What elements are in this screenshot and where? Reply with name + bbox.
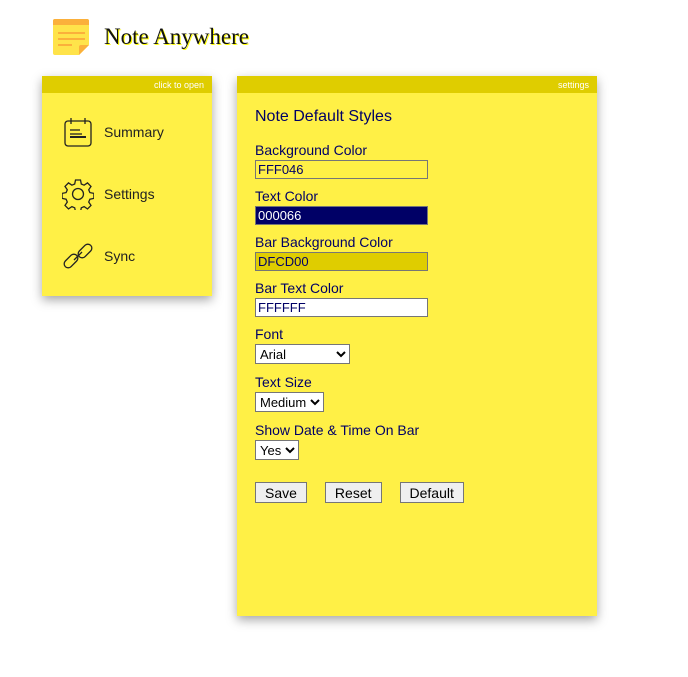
- font-select[interactable]: Arial: [255, 344, 350, 364]
- show-date-label: Show Date & Time On Bar: [255, 422, 420, 438]
- menu-item-sync[interactable]: Sync: [62, 240, 135, 272]
- text-size-select[interactable]: Medium: [255, 392, 324, 412]
- menu-bar[interactable]: click to open: [42, 76, 212, 93]
- reset-button[interactable]: Reset: [324, 482, 382, 503]
- menu-item-label: Summary: [104, 124, 164, 140]
- bar-text-color-label: Bar Text Color: [255, 280, 344, 296]
- save-button[interactable]: Save: [255, 482, 307, 503]
- show-date-select[interactable]: Yes: [255, 440, 299, 460]
- gear-icon: [62, 179, 94, 210]
- menu-panel: click to open Summary Settings Sync: [42, 76, 212, 296]
- app-title: Note Anywhere: [104, 24, 249, 49]
- settings-panel: settings Note Default Styles Background …: [237, 76, 597, 616]
- default-button[interactable]: Default: [399, 482, 464, 503]
- calendar-notes-icon: [64, 118, 92, 147]
- sticky-note-icon: [53, 19, 89, 55]
- font-label: Font: [255, 326, 284, 342]
- link-icon: [63, 243, 93, 269]
- settings-heading: Note Default Styles: [255, 108, 392, 125]
- bar-background-color-input[interactable]: [255, 252, 428, 271]
- text-size-label: Text Size: [255, 374, 312, 390]
- bar-background-color-label: Bar Background Color: [255, 234, 393, 250]
- menu-item-summary[interactable]: Summary: [62, 116, 164, 148]
- menu-item-label: Settings: [104, 186, 155, 202]
- text-color-input[interactable]: [255, 206, 428, 225]
- settings-bar: settings: [237, 76, 597, 93]
- menu-item-label: Sync: [104, 248, 136, 264]
- background-color-label: Background Color: [255, 142, 368, 158]
- bar-text-color-input[interactable]: [255, 298, 428, 317]
- text-color-label: Text Color: [255, 188, 319, 204]
- menu-item-settings[interactable]: Settings: [62, 178, 155, 210]
- background-color-input[interactable]: [255, 160, 428, 179]
